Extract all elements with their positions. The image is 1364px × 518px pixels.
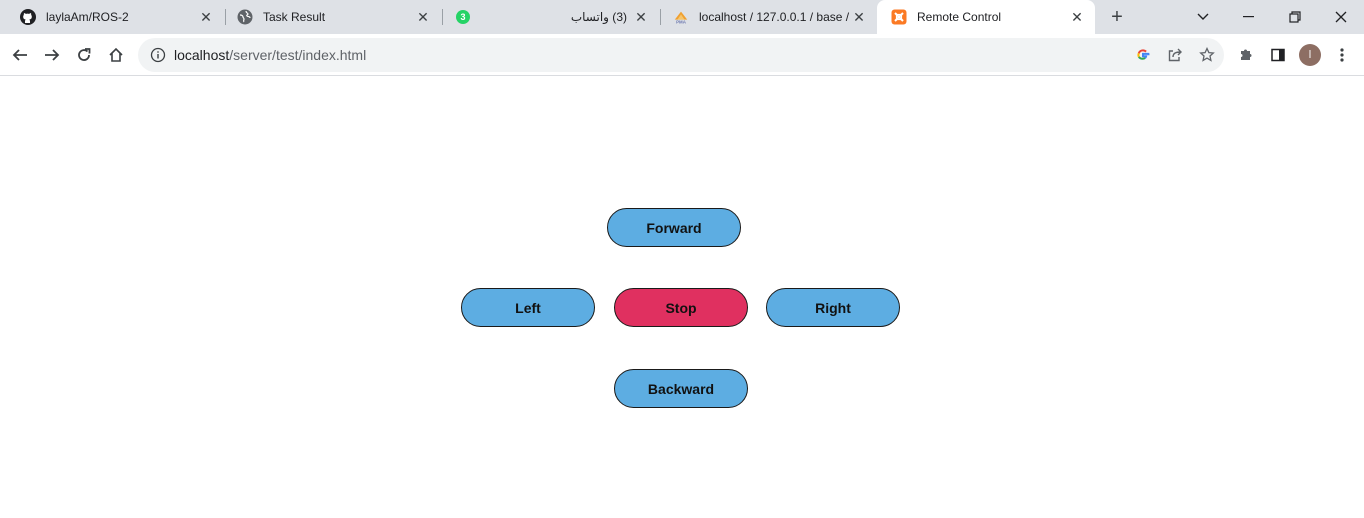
forward-nav-button[interactable]	[36, 39, 68, 71]
address-bar[interactable]: localhost/server/test/index.html	[138, 38, 1224, 72]
left-button[interactable]: Left	[461, 288, 595, 327]
side-panel-button[interactable]	[1262, 39, 1294, 71]
tab-whatsapp[interactable]: 3 (3) واتساب ✕	[441, 0, 659, 34]
close-icon[interactable]: ✕	[851, 9, 867, 25]
whatsapp-icon: 3	[455, 9, 471, 25]
notification-badge: 3	[456, 10, 470, 24]
minimize-icon	[1243, 16, 1254, 18]
right-button[interactable]: Right	[766, 288, 900, 327]
phpmyadmin-logo-text: PMA	[676, 20, 687, 25]
tab-search-button[interactable]	[1180, 0, 1226, 34]
backward-button[interactable]: Backward	[614, 369, 748, 408]
url-path: /server/test/index.html	[229, 47, 367, 63]
reload-button[interactable]	[68, 39, 100, 71]
browser-toolbar: localhost/server/test/index.html l	[0, 34, 1364, 76]
tab-task-result[interactable]: Task Result ✕	[223, 0, 441, 34]
chevron-down-icon	[1197, 13, 1209, 20]
avatar: l	[1299, 44, 1321, 66]
arrow-left-icon	[12, 49, 27, 61]
tab-phpmyadmin[interactable]: PMA localhost / 127.0.0.1 / base / ✕	[659, 0, 877, 34]
phpmyadmin-icon: PMA	[673, 9, 689, 25]
stop-button[interactable]: Stop	[614, 288, 748, 327]
close-window-button[interactable]	[1318, 0, 1364, 34]
back-button[interactable]	[4, 39, 36, 71]
xampp-icon	[891, 9, 907, 25]
tab-github[interactable]: laylaAm/ROS-2 ✕	[6, 0, 224, 34]
close-icon[interactable]: ✕	[415, 9, 431, 25]
restore-button[interactable]	[1272, 0, 1318, 34]
tab-strip: laylaAm/ROS-2 ✕ Task Result ✕ 3 (3) واتس…	[0, 0, 1364, 34]
tab-title: laylaAm/ROS-2	[46, 10, 129, 24]
close-icon[interactable]: ✕	[198, 9, 214, 25]
minimize-button[interactable]	[1226, 0, 1272, 34]
close-icon[interactable]: ✕	[1069, 9, 1085, 25]
url-host: localhost	[174, 47, 230, 63]
google-lens-icon[interactable]	[1134, 46, 1152, 64]
globe-icon	[237, 9, 253, 25]
menu-button[interactable]	[1326, 39, 1358, 71]
home-icon	[109, 47, 123, 62]
tab-title: Task Result	[263, 10, 326, 24]
tab-title: (3) واتساب	[570, 10, 627, 24]
profile-button[interactable]: l	[1294, 39, 1326, 71]
arrow-right-icon	[45, 49, 60, 61]
home-button[interactable]	[100, 39, 132, 71]
restore-icon	[1289, 11, 1301, 23]
tab-title: localhost / 127.0.0.1 / base /	[699, 10, 850, 24]
side-panel-icon	[1271, 48, 1285, 62]
new-tab-button[interactable]: +	[1106, 6, 1128, 28]
kebab-menu-icon	[1340, 48, 1344, 62]
share-icon[interactable]	[1166, 46, 1184, 64]
puzzle-icon	[1241, 49, 1252, 60]
tab-title: Remote Control	[917, 10, 1002, 24]
reload-icon	[78, 48, 91, 61]
url-text: localhost/server/test/index.html	[174, 47, 366, 63]
extensions-button[interactable]	[1230, 39, 1262, 71]
close-icon	[1335, 11, 1347, 23]
info-icon	[150, 47, 166, 63]
close-icon[interactable]: ✕	[633, 9, 649, 25]
bookmark-star-icon[interactable]	[1198, 46, 1216, 64]
github-icon	[20, 9, 36, 25]
forward-button[interactable]: Forward	[607, 208, 741, 247]
tab-remote-control[interactable]: Remote Control ✕	[877, 0, 1095, 34]
